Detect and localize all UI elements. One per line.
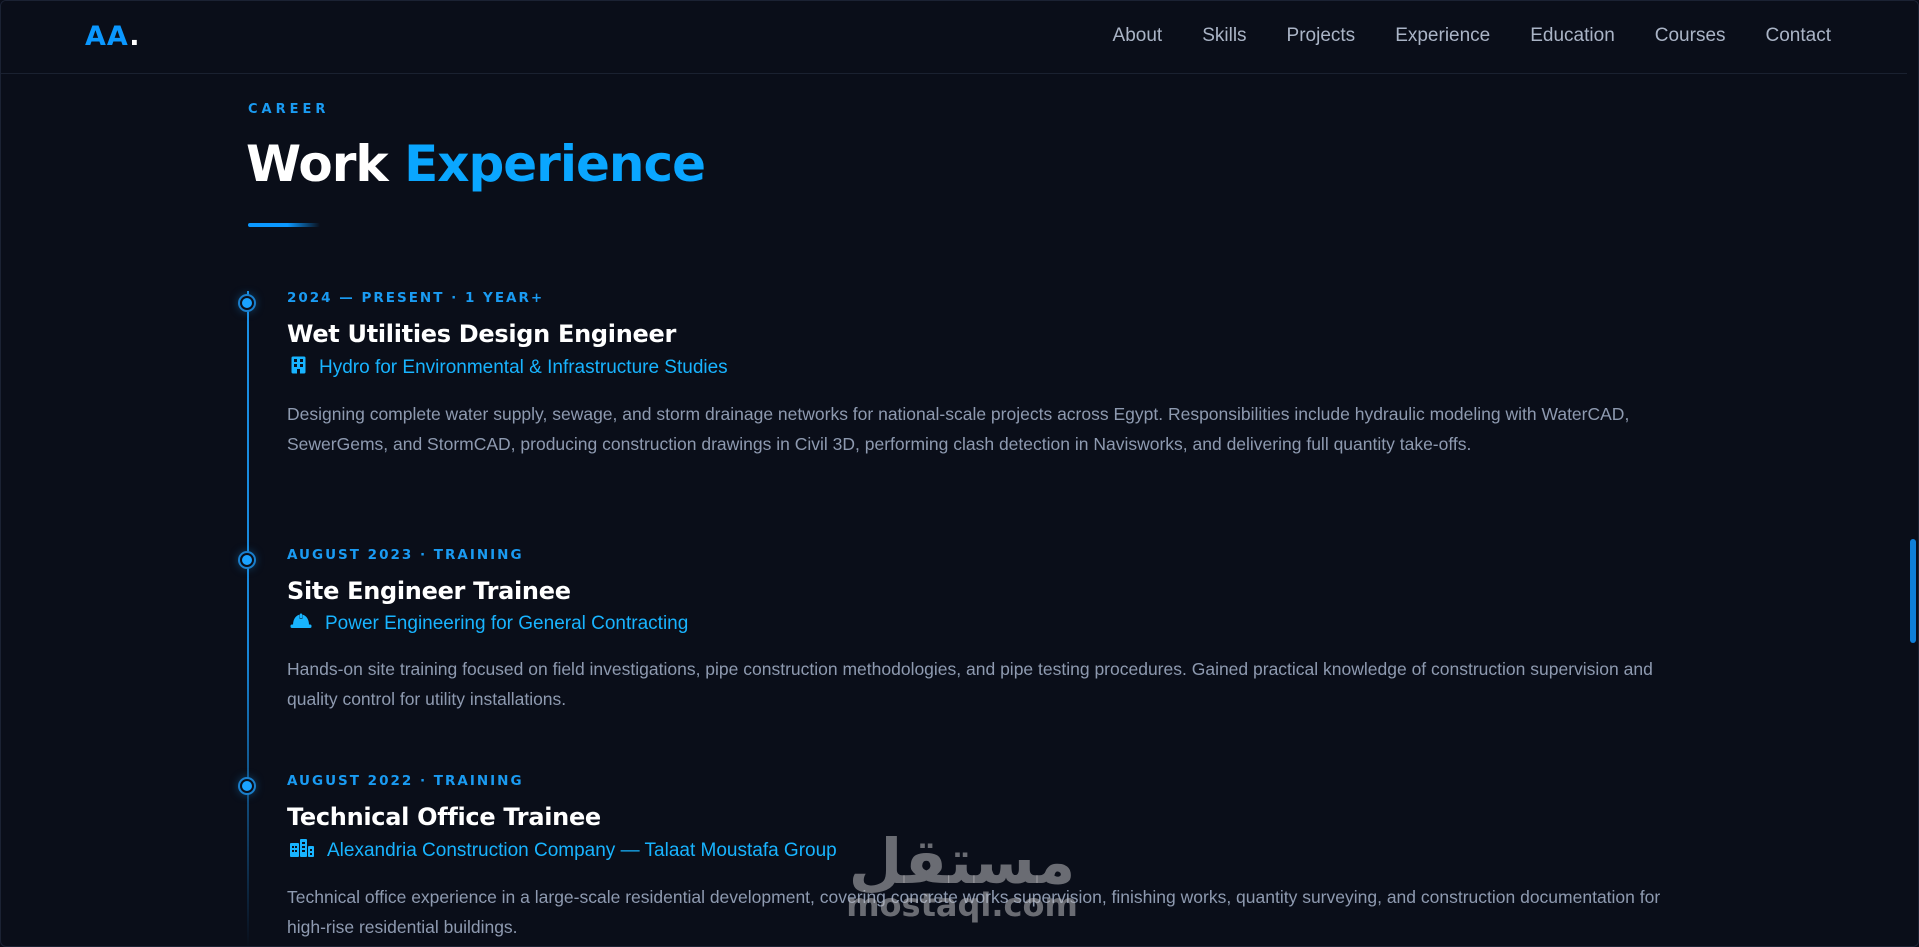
experience-description: Technical office experience in a large-s… — [287, 887, 1661, 937]
experience-company: Alexandria Construction Company — Talaat… — [287, 839, 1687, 863]
experience-description: Hands-on site training focused on field … — [287, 659, 1653, 709]
experience-period: AUGUST 2023 · TRAINING — [287, 547, 524, 563]
title-underline — [248, 223, 320, 227]
experience-description: Designing complete water supply, sewage,… — [287, 404, 1630, 454]
experience-item: 2024 — PRESENT · 1 YEAR+ Wet Utilities D… — [287, 290, 1687, 459]
nav-link-experience[interactable]: Experience — [1395, 25, 1490, 47]
building-icon — [287, 356, 309, 380]
experience-role: Wet Utilities Design Engineer — [287, 320, 676, 348]
experience-period: 2024 — PRESENT · 1 YEAR+ — [287, 290, 545, 306]
nav-link-education[interactable]: Education — [1530, 25, 1615, 47]
timeline-dot — [240, 553, 254, 567]
timeline-dot — [240, 296, 254, 310]
nav-link-contact[interactable]: Contact — [1766, 25, 1831, 47]
company-name: Alexandria Construction Company — Talaat… — [327, 840, 837, 861]
experience-company: Hydro for Environmental & Infrastructure… — [287, 356, 1687, 380]
nav-menu: About Skills Projects Experience Educati… — [1073, 25, 1831, 47]
section-title: Work Experience — [246, 135, 706, 193]
experience-item: AUGUST 2023 · TRAINING Site Engineer Tra… — [287, 547, 1687, 714]
nav-link-about[interactable]: About — [1113, 25, 1163, 47]
company-name: Power Engineering for General Contractin… — [325, 613, 689, 634]
experience-item: AUGUST 2022 · TRAINING Technical Office … — [287, 773, 1687, 942]
experience-period: AUGUST 2022 · TRAINING — [287, 773, 524, 789]
browser-viewport: AA. About Skills Projects Experience Edu… — [0, 0, 1919, 947]
experience-role: Site Engineer Trainee — [287, 577, 571, 605]
company-name: Hydro for Environmental & Infrastructure… — [319, 357, 728, 378]
top-navbar: AA. About Skills Projects Experience Edu… — [1, 1, 1909, 74]
title-accent: Experience — [404, 135, 706, 193]
scrollbar[interactable] — [1907, 1, 1918, 946]
timeline-dot — [240, 779, 254, 793]
logo-dot: . — [129, 21, 141, 52]
city-icon — [287, 839, 317, 863]
timeline-line — [247, 291, 249, 946]
title-main: Work — [246, 135, 389, 193]
site-logo[interactable]: AA. — [85, 21, 141, 52]
nav-link-projects[interactable]: Projects — [1287, 25, 1356, 47]
section-eyebrow: CAREER — [248, 102, 330, 117]
nav-link-skills[interactable]: Skills — [1202, 25, 1246, 47]
scrollbar-thumb[interactable] — [1910, 539, 1916, 643]
logo-text: AA — [85, 21, 130, 52]
experience-company: Power Engineering for General Contractin… — [287, 613, 1687, 635]
hard-hat-icon — [287, 613, 315, 635]
experience-role: Technical Office Trainee — [287, 803, 601, 831]
nav-link-courses[interactable]: Courses — [1655, 25, 1726, 47]
